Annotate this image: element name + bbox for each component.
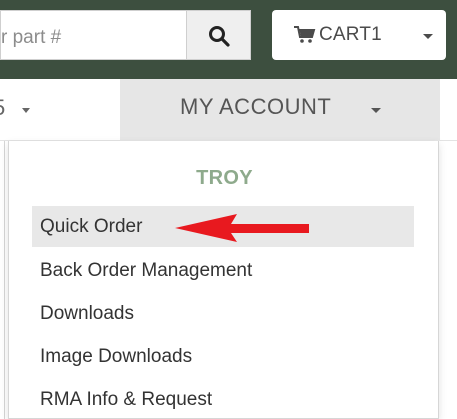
red-arrow-icon: [175, 214, 309, 242]
caret-down-icon: [423, 34, 433, 39]
main-nav: 5 MY ACCOUNT: [0, 79, 457, 141]
divider: [4, 141, 5, 419]
account-dropdown-menu: TROY Quick Order Back Order Management D…: [8, 141, 439, 419]
menu-item-downloads[interactable]: Downloads: [32, 293, 414, 334]
cart-button[interactable]: CART1: [272, 10, 446, 60]
shopping-cart-icon: [294, 26, 316, 43]
site-header: r part # CART1: [0, 0, 457, 79]
search-input-text: r part #: [1, 27, 62, 48]
dropdown-user-name: TROY: [196, 167, 253, 189]
search-icon: [209, 26, 230, 47]
search-button[interactable]: [186, 10, 251, 60]
menu-item-image-downloads[interactable]: Image Downloads: [32, 336, 414, 377]
nav-item-partial-label[interactable]: 5: [0, 95, 5, 121]
menu-item-rma-info-request[interactable]: RMA Info & Request: [32, 379, 414, 419]
menu-item-back-order-management[interactable]: Back Order Management: [32, 250, 414, 291]
caret-down-icon: [22, 108, 30, 113]
nav-item-my-account-label: MY ACCOUNT: [180, 94, 332, 119]
cart-label: CART1: [319, 24, 382, 45]
caret-down-icon: [371, 108, 381, 113]
nav-item-my-account[interactable]: MY ACCOUNT: [120, 79, 440, 141]
search-input[interactable]: r part #: [0, 10, 187, 60]
